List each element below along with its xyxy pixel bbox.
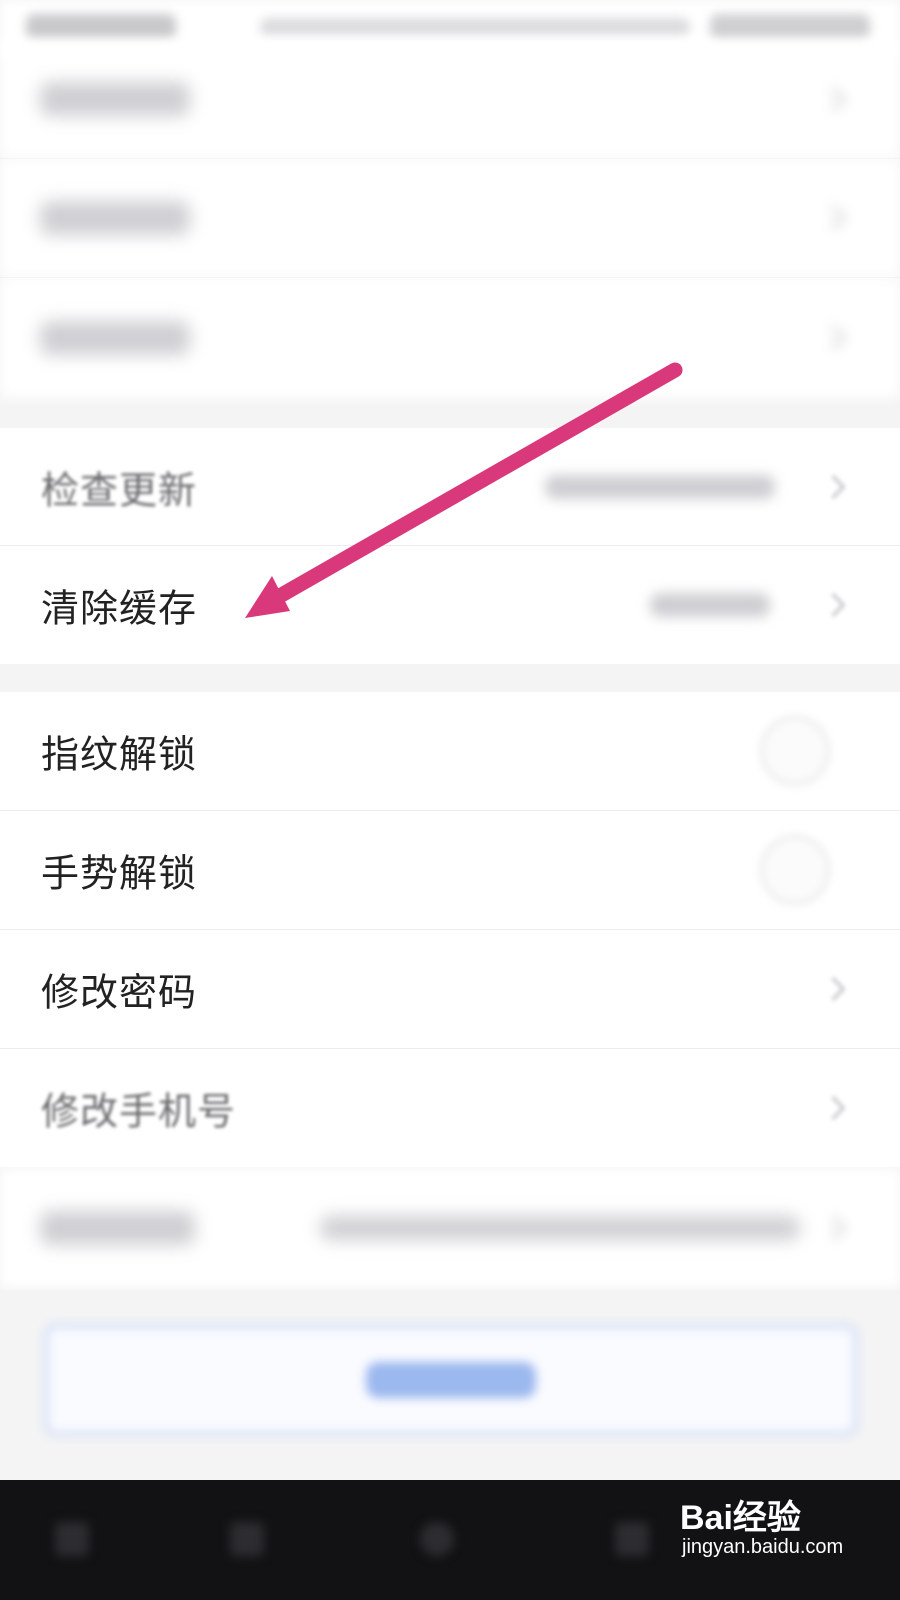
chevron-right-icon: [821, 592, 846, 618]
status-indicators: [260, 18, 690, 36]
blurred-value: [320, 1216, 800, 1240]
settings-row-check-update[interactable]: 检查更新: [0, 428, 900, 546]
chevron-right-icon: [821, 474, 846, 500]
logout-button[interactable]: [45, 1325, 857, 1435]
nav-home-icon[interactable]: [420, 1522, 454, 1556]
settings-row-clear-cache[interactable]: 清除缓存: [0, 546, 900, 664]
watermark: Bai经验 jingyan.baidu.com: [680, 1490, 880, 1590]
settings-row-blurred-1[interactable]: [0, 40, 900, 158]
clear-cache-label: 清除缓存: [41, 586, 198, 631]
status-battery-time: [710, 14, 870, 40]
settings-screen: 检查更新 清除缓存 指纹解锁 手势解锁 修改密码 修改手机号 Bai经验 jin…: [0, 0, 900, 1600]
chevron-right-icon: [821, 976, 846, 1002]
version-value: [545, 475, 775, 499]
settings-row-fingerprint-unlock[interactable]: 指纹解锁: [0, 692, 900, 810]
nav-recent-icon[interactable]: [615, 1522, 649, 1556]
chevron-right-icon: [821, 205, 846, 231]
gesture-unlock-label: 手势解锁: [41, 851, 198, 896]
status-carrier: [26, 14, 176, 40]
settings-row-gesture-unlock[interactable]: 手势解锁: [0, 811, 900, 929]
settings-row-blurred-2[interactable]: [0, 159, 900, 277]
chevron-right-icon: [821, 1215, 846, 1241]
settings-row-blurred-3[interactable]: [0, 278, 900, 398]
gesture-toggle[interactable]: [760, 835, 830, 905]
blurred-label: [40, 201, 190, 235]
settings-row-user-agreement[interactable]: [0, 1168, 900, 1288]
nav-down-icon[interactable]: [55, 1522, 89, 1556]
blurred-label: [40, 82, 190, 116]
chevron-right-icon: [821, 86, 846, 112]
watermark-url: jingyan.baidu.com: [682, 1536, 844, 1558]
change-password-label: 修改密码: [41, 970, 198, 1015]
fingerprint-toggle[interactable]: [760, 716, 830, 786]
change-phone-label: 修改手机号: [41, 1089, 237, 1134]
chevron-right-icon: [821, 325, 846, 351]
logout-label-blurred: [366, 1362, 536, 1398]
blurred-label: [40, 321, 190, 355]
chevron-right-icon: [821, 1095, 846, 1121]
fingerprint-unlock-label: 指纹解锁: [41, 732, 198, 777]
check-update-label: 检查更新: [41, 468, 198, 513]
nav-back-icon[interactable]: [230, 1522, 264, 1556]
settings-row-change-phone[interactable]: 修改手机号: [0, 1049, 900, 1167]
settings-row-change-password[interactable]: 修改密码: [0, 930, 900, 1048]
blurred-label: [40, 1211, 195, 1245]
watermark-brand: Bai经验: [680, 1499, 801, 1537]
cache-size-value: [650, 593, 770, 617]
